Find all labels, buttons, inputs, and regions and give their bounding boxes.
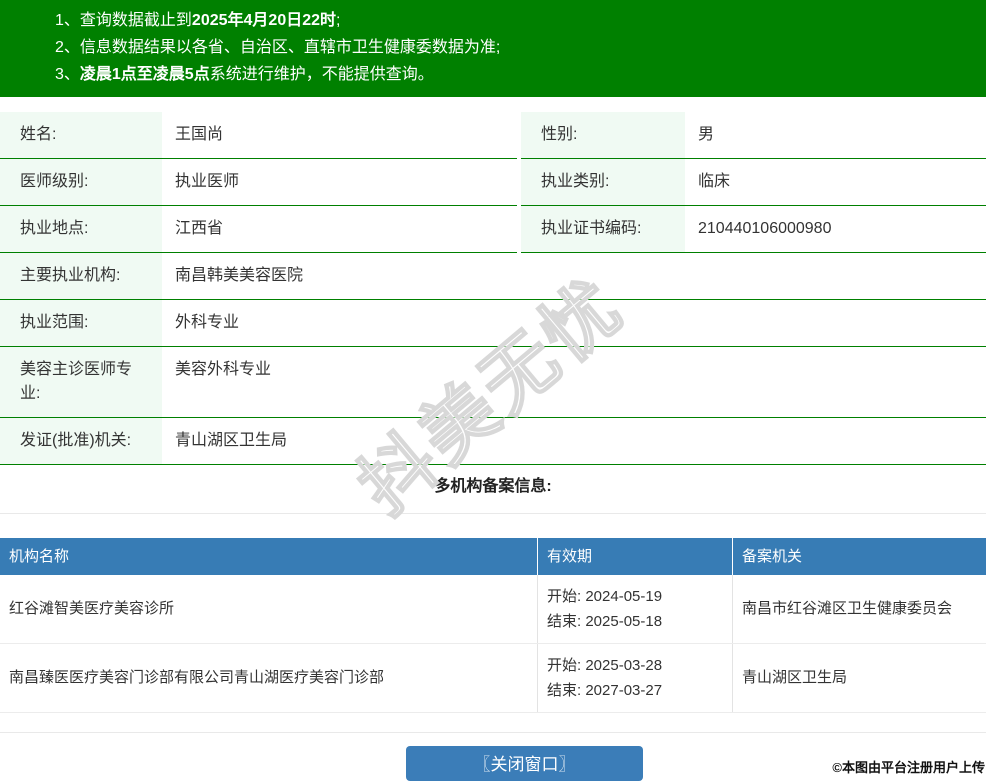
divider-line [0, 732, 986, 733]
org-name: 南昌臻医医疗美容门诊部有限公司青山湖医疗美容门诊部 [9, 669, 385, 686]
notice-3-bold: 凌晨1点至凌晨5点 [79, 66, 210, 83]
issuing-authority-label: 发证(批准)机关: [0, 418, 162, 465]
divider-line [0, 513, 986, 514]
gender-label: 性别: [521, 112, 685, 159]
certificate-number-value: 210440106000980 [685, 206, 986, 253]
notice-1-num: 1、 [55, 12, 80, 29]
info-row-practice-scope: 执业范围: 外科专业 [0, 300, 986, 347]
info-row-cosmetic-specialty: 美容主诊医师专业: 美容外科专业 [0, 347, 986, 418]
main-institution-value: 南昌韩美美容医院 [162, 253, 986, 300]
filing-table-header: 机构名称 有效期 备案机关 [0, 538, 986, 575]
info-row-name-gender: 姓名: 王国尚 性别: 男 [0, 112, 986, 159]
cosmetic-specialty-value: 美容外科专业 [162, 347, 986, 418]
filing-table: 机构名称 有效期 备案机关 红谷滩智美医疗美容诊所 开始: 2024-05-19… [0, 538, 986, 713]
notice-1-pre: 查询数据截止到 [79, 12, 192, 29]
validity-start: 开始: 2024-05-19 [547, 588, 663, 605]
validity-start: 开始: 2025-03-28 [547, 657, 663, 674]
practice-location-label: 执业地点: [0, 206, 162, 253]
notice-1-post: ; [336, 12, 341, 29]
cosmetic-specialty-label: 美容主诊医师专业: [0, 347, 162, 418]
issuing-authority-value: 青山湖区卫生局 [162, 418, 986, 465]
filing-row-1: 红谷滩智美医疗美容诊所 开始: 2024-05-19 结束: 2025-05-1… [0, 575, 986, 644]
practice-scope-value: 外科专业 [162, 300, 986, 347]
info-row-location-certificate: 执业地点: 江西省 执业证书编码: 210440106000980 [0, 206, 986, 253]
validity-header: 有效期 [537, 538, 732, 575]
upload-caption: ©本图由平台注册用户上传 [832, 760, 985, 775]
practice-scope-label: 执业范围: [0, 300, 162, 347]
filing-authority: 南昌市红谷滩区卫生健康委员会 [742, 600, 953, 617]
notice-3-post: 系统进行维护，不能提供查询。 [209, 66, 434, 83]
notice-banner: 1、查询数据截止到2025年4月20日22时; 2、信息数据结果以各省、自治区、… [0, 0, 986, 97]
practice-category-value: 临床 [685, 159, 986, 206]
notice-line-2: 2、信息数据结果以各省、自治区、直辖市卫生健康委数据为准; [55, 34, 976, 61]
notice-line-1: 1、查询数据截止到2025年4月20日22时; [55, 7, 976, 34]
notice-3-num: 3、 [55, 66, 80, 83]
filing-authority: 青山湖区卫生局 [742, 669, 848, 686]
doctor-level-label: 医师级别: [0, 159, 162, 206]
notice-line-3: 3、凌晨1点至凌晨5点系统进行维护，不能提供查询。 [55, 61, 976, 88]
info-row-main-institution: 主要执业机构: 南昌韩美美容医院 [0, 253, 986, 300]
notice-2-pre: 信息数据结果以各省、自治区、直辖市卫生健康委数据为准; [79, 39, 501, 56]
gender-value: 男 [685, 112, 986, 159]
name-value: 王国尚 [162, 112, 517, 159]
close-window-button[interactable]: 〖关闭窗口〗 [406, 746, 643, 781]
notice-2-num: 2、 [55, 39, 80, 56]
name-label: 姓名: [0, 112, 162, 159]
filing-authority-header: 备案机关 [732, 538, 986, 575]
validity-end: 结束: 2025-05-18 [547, 613, 663, 630]
doctor-info-table: 姓名: 王国尚 性别: 男 医师级别: 执业医师 执业类别: 临床 执业地点: … [0, 112, 986, 465]
filing-row-2: 南昌臻医医疗美容门诊部有限公司青山湖医疗美容门诊部 开始: 2025-03-28… [0, 644, 986, 713]
certificate-number-label: 执业证书编码: [521, 206, 685, 253]
main-institution-label: 主要执业机构: [0, 253, 162, 300]
notice-1-bold: 2025年4月20日22时 [191, 12, 337, 29]
validity-end: 结束: 2027-03-27 [547, 682, 663, 699]
info-row-level-category: 医师级别: 执业医师 执业类别: 临床 [0, 159, 986, 206]
org-name: 红谷滩智美医疗美容诊所 [9, 600, 175, 617]
doctor-level-value: 执业医师 [162, 159, 517, 206]
practice-location-value: 江西省 [162, 206, 517, 253]
practice-category-label: 执业类别: [521, 159, 685, 206]
org-name-header: 机构名称 [9, 548, 70, 565]
filing-section-title: 多机构备案信息: [434, 478, 552, 495]
info-row-issuing-authority: 发证(批准)机关: 青山湖区卫生局 [0, 418, 986, 465]
